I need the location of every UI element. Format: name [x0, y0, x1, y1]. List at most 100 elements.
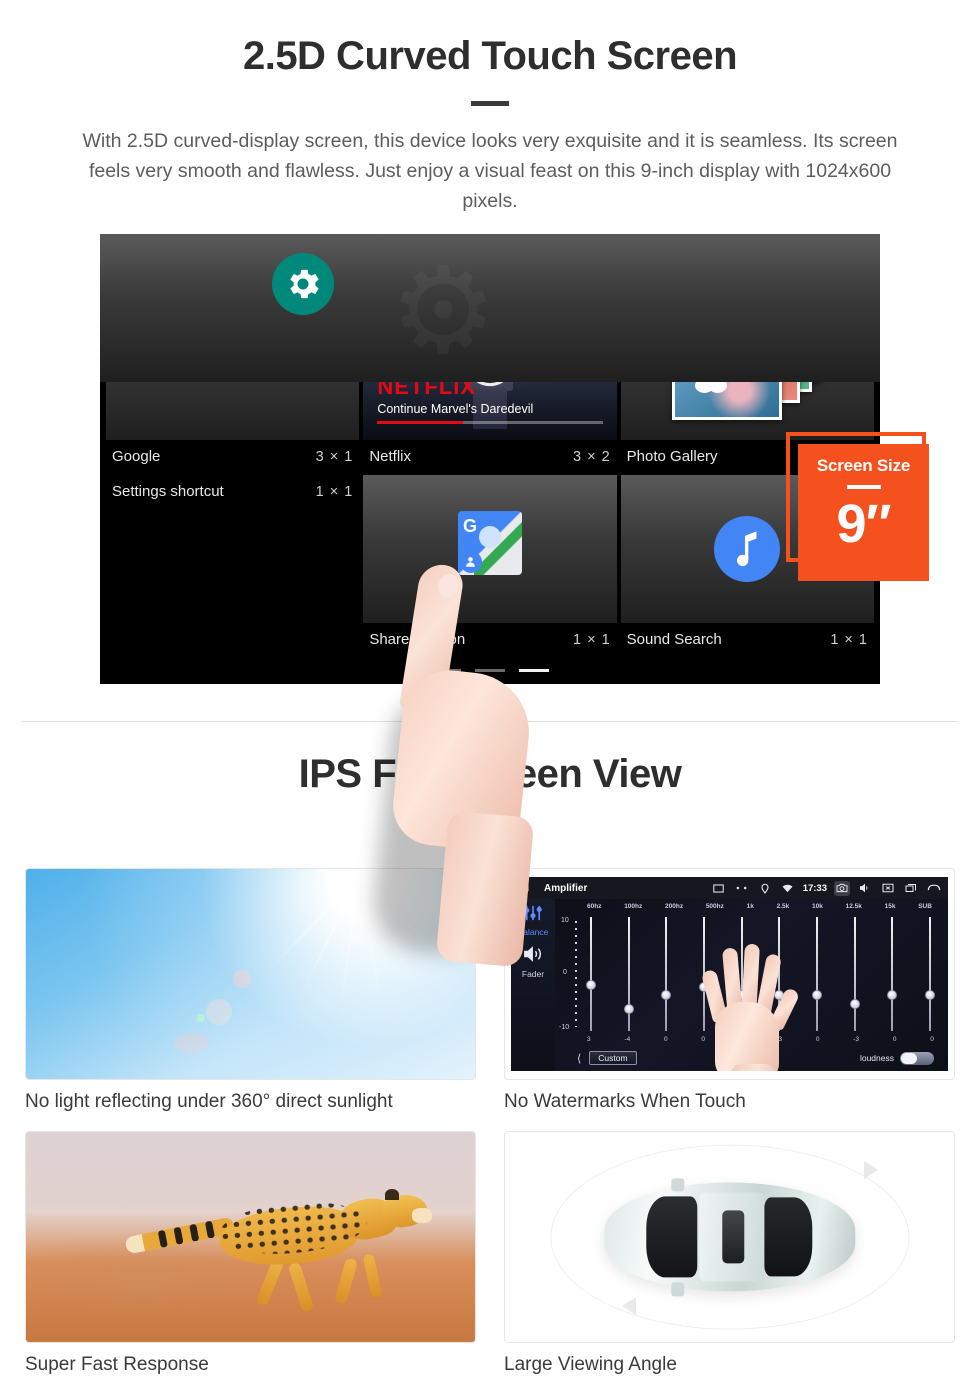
amplifier-ui: Amplifier 17:33 Balance Fader 60hz 100hz…: [511, 877, 948, 1071]
amplifier-status-bar: Amplifier 17:33: [511, 877, 948, 899]
widget-name: Photo Gallery: [626, 448, 718, 465]
band-label: 12.5k: [845, 903, 862, 910]
band-label: SUB: [918, 903, 932, 910]
widget-size: 1 × 1: [830, 631, 868, 648]
back-chevron-icon[interactable]: ⟨: [577, 1052, 581, 1065]
eq-slider-10k[interactable]: [811, 917, 822, 1031]
widget-picker-grid: Google 3 × 1 NETFLIX Continue Marvel's D…: [100, 234, 880, 658]
sky-image: [25, 868, 476, 1080]
amplifier-screenshot: Amplifier 17:33 Balance Fader 60hz 100hz…: [504, 868, 955, 1080]
google-maps-icon: G: [457, 510, 522, 575]
volume-icon[interactable]: [857, 881, 873, 896]
cheetah-image: [25, 1131, 476, 1343]
widget-size: 1 × 1: [315, 483, 354, 500]
amplifier-status-icons: 17:33: [711, 880, 942, 896]
widget-label-row: Share location 1 × 1: [363, 623, 616, 658]
widget-name: Settings shortcut: [112, 483, 224, 500]
feature-caption: Super Fast Response: [25, 1354, 209, 1375]
eq-value: 0: [815, 1036, 820, 1043]
widget-cell-share-location[interactable]: G Share location 1 × 1: [363, 475, 617, 658]
sunroof: [721, 1210, 745, 1264]
close-box-icon[interactable]: [880, 881, 896, 896]
amplifier-sidebar: Balance Fader: [511, 899, 555, 1071]
page-indicator[interactable]: [100, 669, 880, 672]
page-dot-3[interactable]: [519, 669, 549, 672]
back-icon[interactable]: [926, 881, 942, 896]
widget-size: 3 × 1: [315, 448, 354, 465]
gear-ghost-icon: ⚙: [389, 251, 497, 371]
scale-ticks: [575, 921, 577, 1027]
side-mirror-right: [671, 1282, 685, 1296]
more-icon[interactable]: [734, 881, 750, 896]
sidebar-item-balance[interactable]: Balance: [511, 927, 555, 937]
page-dot-2[interactable]: [475, 669, 505, 672]
share-location-widget-preview[interactable]: G: [363, 475, 617, 623]
scale-max: 10: [561, 917, 569, 924]
feature-card-viewing-angle: Large Viewing Angle: [504, 1131, 955, 1376]
eq-slider-15k[interactable]: [887, 917, 898, 1031]
feature-card-watermarks: Amplifier 17:33 Balance Fader 60hz 100hz…: [504, 868, 955, 1113]
amplifier-body: Balance Fader 60hz 100hz 200hz 500hz 1k …: [511, 899, 948, 1071]
widget-name: Google: [112, 448, 161, 465]
feature-card-grid: No light reflecting under 360° direct su…: [25, 868, 955, 1376]
eq-slider-200hz[interactable]: [661, 917, 672, 1031]
feature-caption: No Watermarks When Touch: [504, 1091, 746, 1112]
title-underline: [471, 101, 509, 106]
preset-button[interactable]: Custom: [589, 1051, 637, 1065]
badge-divider: [846, 485, 881, 489]
widget-label-row: Netflix 3 × 2: [363, 440, 616, 475]
music-note-icon: [714, 516, 781, 582]
blue-sky-gradient: [26, 869, 475, 1079]
car-top-view: [603, 1178, 856, 1296]
section-divider: [22, 721, 958, 722]
loudness-control[interactable]: loudness: [860, 1051, 934, 1065]
sidebar-item-fader[interactable]: Fader: [511, 969, 555, 979]
curved-touch-screen-section: 2.5D Curved Touch Screen With 2.5D curve…: [0, 0, 980, 968]
widget-name: Netflix: [369, 448, 412, 465]
volume-icon[interactable]: [511, 937, 555, 968]
eq-value: 3: [587, 1036, 591, 1043]
car-image: [504, 1131, 955, 1343]
widget-row-2: ⚙ Settings shortcut 1 ×: [100, 234, 880, 658]
avatar: [459, 550, 482, 573]
band-label: 10k: [811, 903, 823, 910]
section2-title: IPS Full Screen View: [298, 752, 682, 796]
wifi-icon: [780, 881, 796, 896]
home-icon[interactable]: [517, 879, 530, 897]
eq-value: 0: [892, 1036, 897, 1043]
product-detail-page: 2.5D Curved Touch Screen With 2.5D curve…: [0, 0, 980, 1394]
eq-slider-sub[interactable]: [924, 917, 935, 1031]
image-icon[interactable]: [711, 881, 727, 896]
feature-card-fast-response: Super Fast Response: [25, 1131, 476, 1376]
netflix-caption: Continue Marvel's Daredevil: [377, 402, 534, 416]
eq-slider-60hz[interactable]: [586, 917, 596, 1031]
widget-label-row: Sound Search 1 × 1: [621, 623, 874, 658]
recent-apps-icon[interactable]: [903, 881, 919, 896]
loudness-toggle[interactable]: [900, 1051, 934, 1065]
amplifier-title: Amplifier: [544, 882, 588, 894]
widget-size: 3 × 2: [573, 448, 611, 465]
eq-value: 0: [930, 1036, 934, 1043]
page-dot-1[interactable]: [431, 669, 461, 672]
widget-name: Sound Search: [626, 631, 722, 648]
progress-bar: [377, 421, 603, 424]
amplifier-clock: 17:33: [802, 882, 827, 894]
cheetah-muzzle: [412, 1207, 433, 1223]
eq-slider-12-5k[interactable]: [849, 917, 860, 1031]
page-title: 2.5D Curved Touch Screen: [242, 34, 738, 78]
screen-size-badge: Screen Size 9″: [798, 444, 929, 581]
android-head-unit-screen: 15:06: [100, 234, 880, 684]
eq-slider-100hz[interactable]: [623, 917, 634, 1031]
band-label: 100hz: [624, 903, 643, 910]
lens-flare: [232, 969, 251, 988]
widget-label-row: Settings shortcut 1 × 1: [106, 475, 359, 510]
lens-flare: [174, 1032, 209, 1053]
settings-widget-preview[interactable]: ⚙: [100, 234, 880, 382]
scale-mid: 0: [563, 969, 567, 977]
band-label: 1k: [746, 903, 754, 910]
scale-min: -10: [559, 1024, 570, 1031]
camera-icon[interactable]: [834, 880, 850, 896]
widget-cell-settings-shortcut[interactable]: ⚙ Settings shortcut 1 ×: [100, 234, 880, 658]
sliders-icon[interactable]: [511, 899, 555, 926]
eq-value: 0: [664, 1036, 668, 1043]
